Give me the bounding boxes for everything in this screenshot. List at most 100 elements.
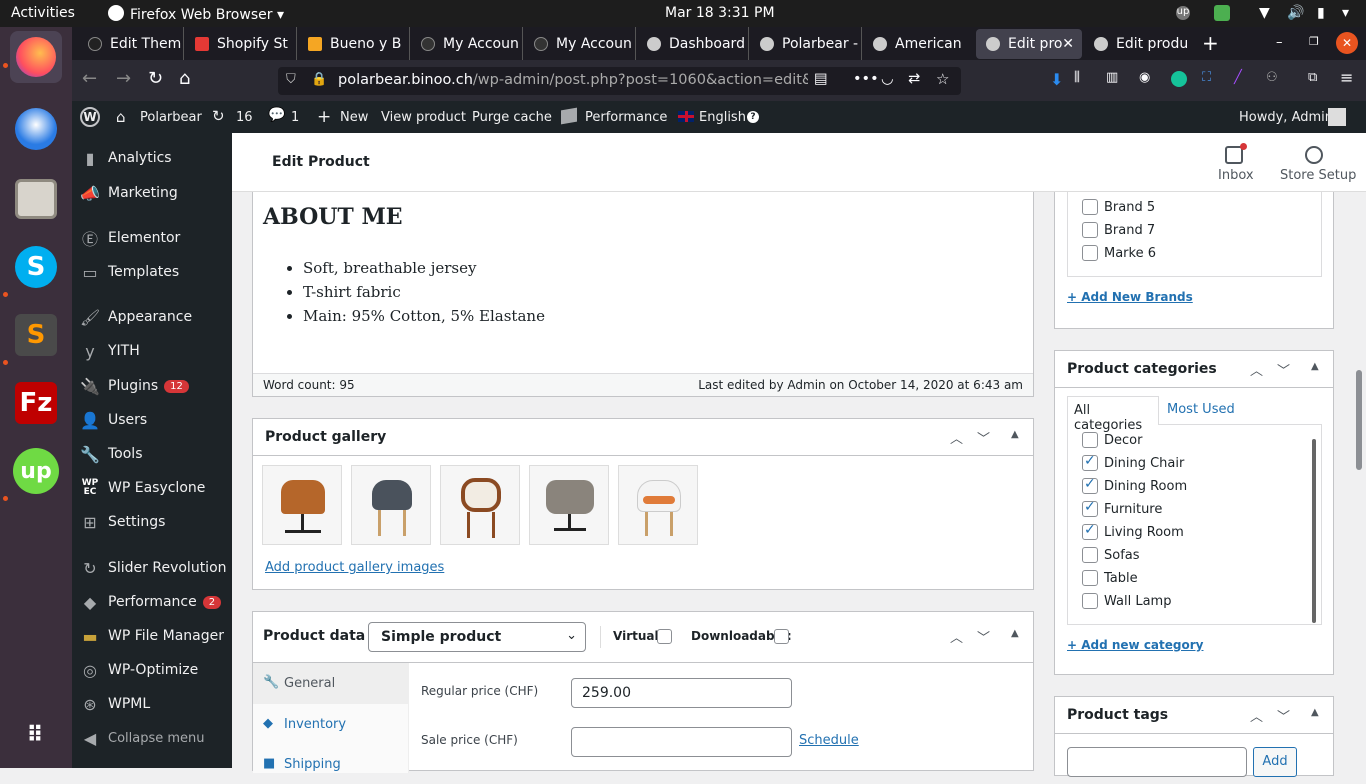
back-icon[interactable]: ← [82, 68, 97, 89]
close-window-icon[interactable]: ✕ [1336, 32, 1358, 54]
add-new-brand-link[interactable]: + Add New Brands [1067, 290, 1193, 304]
view-product-link[interactable]: View product [381, 110, 466, 125]
purge-cache-link[interactable]: Purge cache [472, 110, 552, 125]
browser-tab[interactable]: Bueno y B [298, 27, 410, 60]
extensions-icon[interactable]: ⧉ [1308, 70, 1317, 85]
gallery-image[interactable] [618, 465, 698, 545]
browser-tab[interactable]: Shopify St [185, 27, 297, 60]
move-up-icon[interactable]: ︿ [950, 428, 963, 447]
tab-all-categories[interactable]: All categories [1067, 396, 1159, 433]
maximize-icon[interactable]: ❐ [1309, 35, 1319, 48]
system-menu-icon[interactable]: ▾ [1342, 5, 1349, 21]
upwork-dock-icon[interactable]: up [10, 445, 62, 497]
translate-page-icon[interactable]: ⇄ [908, 71, 920, 87]
category-checkbox[interactable] [1082, 522, 1098, 540]
menu-users[interactable]: 👤 Users [72, 403, 232, 437]
filezilla-dock-icon[interactable]: Fz [10, 377, 62, 429]
category-checkbox[interactable] [1082, 593, 1098, 609]
pen-icon[interactable]: ╱ [1234, 70, 1242, 85]
toggle-panel-icon[interactable]: ▲ [1311, 707, 1319, 718]
check-tray-icon[interactable] [1214, 5, 1230, 21]
bookmark-star-icon[interactable]: ☆ [936, 70, 949, 88]
howdy-link[interactable]: Howdy, Admin [1239, 110, 1333, 125]
category-checkbox[interactable] [1082, 476, 1098, 494]
tag-input[interactable] [1067, 747, 1247, 777]
sublime-dock-icon[interactable]: S [10, 309, 62, 361]
wordpress-logo-icon[interactable]: W [80, 107, 100, 127]
store-setup-icon[interactable] [1305, 146, 1323, 164]
clock[interactable]: Mar 18 3:31 PM [665, 5, 775, 21]
tab-general[interactable]: 🔧 General [253, 663, 409, 704]
updates-count[interactable]: 16 [236, 110, 253, 125]
category-checkbox[interactable] [1082, 453, 1098, 471]
comments-count[interactable]: 1 [291, 110, 299, 125]
browser-tab[interactable]: Dashboard [637, 27, 749, 60]
gallery-image[interactable] [351, 465, 431, 545]
library-icon[interactable]: ⫼ [1074, 70, 1080, 85]
firefox-dock-icon[interactable] [10, 31, 62, 83]
downloadable-checkbox[interactable] [774, 629, 789, 644]
reload-icon[interactable]: ↻ [148, 68, 163, 89]
avatar[interactable] [1328, 108, 1346, 126]
browser-tab[interactable]: My Accoun [411, 27, 523, 60]
pocket-icon[interactable]: ◡ [881, 71, 894, 87]
translate-icon[interactable]: ⛶ [1202, 70, 1211, 85]
brand-checkbox[interactable] [1082, 222, 1098, 238]
page-scrollbar[interactable] [1356, 370, 1362, 470]
menu-plugins[interactable]: 🔌 Plugins 12 [72, 369, 232, 403]
category-checkbox[interactable] [1082, 499, 1098, 517]
files-dock-icon[interactable] [10, 173, 62, 225]
show-apps-icon[interactable]: ⠿ [10, 709, 62, 761]
regular-price-input[interactable]: 259.00 [571, 678, 792, 708]
help-icon[interactable]: ? [747, 111, 759, 123]
performance-link[interactable]: Performance [585, 110, 667, 125]
virtual-checkbox[interactable] [657, 629, 672, 644]
shield-icon[interactable]: ⛉ [286, 72, 296, 87]
browser-tab[interactable]: My Accoun [524, 27, 636, 60]
menu-appearance[interactable]: 🖌 Appearance [72, 300, 232, 334]
skype-dock-icon[interactable]: S [10, 241, 62, 293]
menu-templates[interactable]: ▭ Templates [72, 255, 232, 289]
site-name-link[interactable]: Polarbear [140, 110, 202, 125]
menu-icon[interactable]: ≡ [1340, 68, 1353, 87]
inbox-button[interactable]: Inbox [1218, 168, 1254, 183]
close-tab-icon[interactable]: ✕ [1062, 36, 1074, 52]
browser-tab[interactable]: American [863, 27, 975, 60]
tab-most-used[interactable]: Most Used [1167, 402, 1235, 417]
tab-inventory[interactable]: ◆ Inventory [253, 704, 409, 744]
thunderbird-dock-icon[interactable] [10, 103, 62, 155]
brand-checkbox[interactable] [1082, 245, 1098, 261]
store-setup-button[interactable]: Store Setup [1280, 168, 1356, 183]
move-up-icon[interactable]: ︿ [1250, 360, 1263, 379]
browser-tab-active[interactable]: Edit pro ✕ [976, 29, 1082, 59]
reader-view-icon[interactable]: ▤ [814, 71, 828, 87]
move-down-icon[interactable]: ﹀ [1277, 360, 1290, 379]
move-up-icon[interactable]: ︿ [950, 627, 963, 646]
forward-icon[interactable]: → [116, 68, 131, 89]
collapse-menu-button[interactable]: ◀ Collapse menu [72, 721, 232, 755]
browser-tab[interactable]: Edit produ [1084, 27, 1196, 60]
menu-slider-revolution[interactable]: ↻ Slider Revolution [72, 551, 232, 585]
language-switcher[interactable]: English [699, 110, 746, 125]
add-tag-button[interactable]: Add [1253, 747, 1297, 777]
upwork-tray-icon[interactable]: up [1176, 6, 1190, 20]
downloads-icon[interactable]: ⬇ [1050, 70, 1063, 89]
browser-tab[interactable]: Edit Them [78, 27, 184, 60]
sale-price-input[interactable] [571, 727, 792, 757]
app-menu[interactable]: Firefox Web Browser ▾ [108, 5, 284, 23]
toggle-panel-icon[interactable]: ▲ [1311, 361, 1319, 372]
minimize-icon[interactable]: – [1276, 35, 1283, 50]
volume-icon[interactable]: 🔊 [1287, 5, 1304, 21]
move-down-icon[interactable]: ﹀ [977, 627, 990, 646]
page-actions-icon[interactable]: ••• [853, 71, 879, 87]
menu-analytics[interactable]: ▮ Analytics [72, 141, 232, 175]
add-new-category-link[interactable]: + Add new category [1067, 638, 1203, 652]
brand-checkbox[interactable] [1082, 199, 1098, 215]
browser-tab[interactable]: Polarbear - [750, 27, 862, 60]
menu-marketing[interactable]: 📣 Marketing [72, 176, 232, 210]
lock-icon[interactable]: 🔒 [311, 72, 327, 87]
menu-wp-optimize[interactable]: ◎ WP-Optimize [72, 653, 232, 687]
toggle-panel-icon[interactable]: ▲ [1011, 429, 1019, 440]
menu-performance[interactable]: ◆ Performance 2 [72, 585, 232, 619]
add-gallery-images-link[interactable]: Add product gallery images [265, 560, 444, 575]
